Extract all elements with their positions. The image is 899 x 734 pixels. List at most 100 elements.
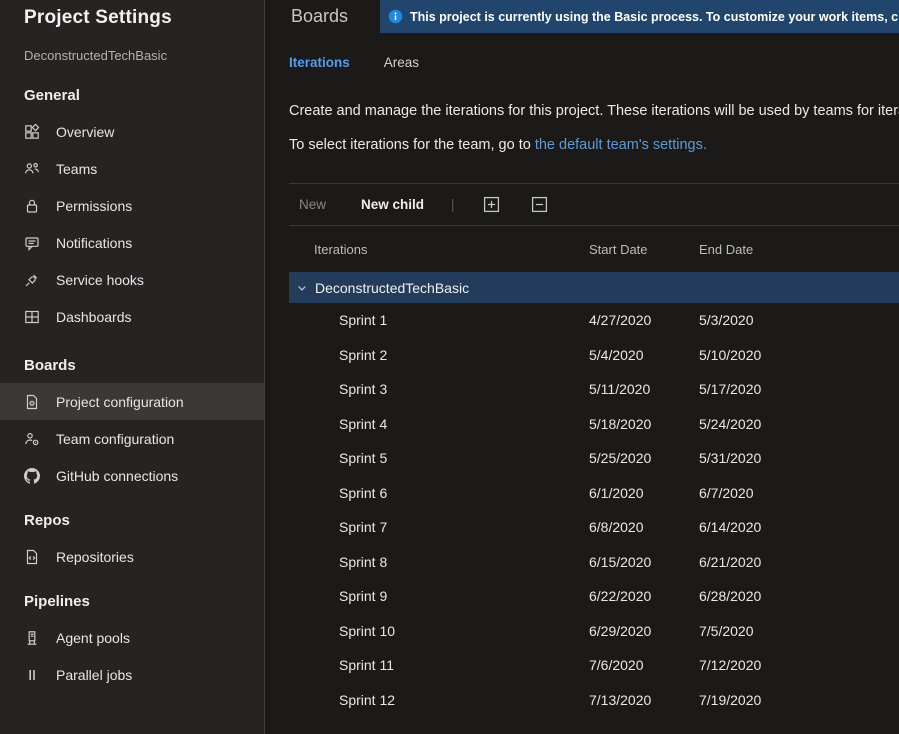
sidebar-item-label: GitHub connections	[56, 468, 178, 484]
table-row[interactable]: Sprint 10 6/29/2020 7/5/2020	[289, 614, 899, 649]
sidebar-item-notifications[interactable]: Notifications	[0, 224, 264, 261]
sidebar-item-label: Team configuration	[56, 431, 174, 447]
section-heading-boards: Boards	[0, 357, 264, 374]
sidebar-item-label: Agent pools	[56, 630, 130, 646]
sidebar-item-github-connections[interactable]: GitHub connections	[0, 457, 264, 494]
new-child-button[interactable]: New child	[361, 197, 424, 212]
github-icon	[24, 468, 40, 484]
section-heading-pipelines: Pipelines	[0, 593, 264, 610]
iteration-start-date: 6/22/2020	[589, 588, 699, 604]
iteration-name: Sprint 1	[289, 312, 589, 328]
comment-icon	[24, 235, 40, 251]
table-row[interactable]: Sprint 6 6/1/2020 6/7/2020	[289, 476, 899, 511]
sidebar-item-label: Repositories	[56, 549, 134, 565]
table-row[interactable]: Sprint 7 6/8/2020 6/14/2020	[289, 510, 899, 545]
table-row[interactable]: Sprint 2 5/4/2020 5/10/2020	[289, 338, 899, 373]
sidebar-item-dashboards[interactable]: Dashboards	[0, 298, 264, 335]
table-row[interactable]: Sprint 4 5/18/2020 5/24/2020	[289, 407, 899, 442]
sidebar-item-agent-pools[interactable]: Agent pools	[0, 619, 264, 656]
sidebar-item-label: Parallel jobs	[56, 667, 132, 683]
iteration-start-date: 4/27/2020	[589, 312, 699, 328]
toolbar-divider: |	[451, 197, 455, 212]
description: Create and manage the iterations for thi…	[266, 70, 899, 162]
plug-icon	[24, 272, 40, 288]
iteration-name: Sprint 2	[289, 347, 589, 363]
table-row[interactable]: Sprint 1 4/27/2020 5/3/2020	[289, 303, 899, 338]
main-header: Boards This project is currently using t…	[266, 0, 899, 33]
default-team-settings-link[interactable]: the default team's settings.	[535, 137, 707, 153]
iteration-end-date: 5/24/2020	[699, 416, 899, 432]
table-row[interactable]: Sprint 9 6/22/2020 6/28/2020	[289, 579, 899, 614]
sidebar-item-label: Notifications	[56, 235, 132, 251]
agent-icon	[24, 630, 40, 646]
iteration-start-date: 5/4/2020	[589, 347, 699, 363]
iteration-end-date: 7/19/2020	[699, 692, 899, 708]
main-title: Boards	[266, 0, 380, 33]
table-row[interactable]: Sprint 3 5/11/2020 5/17/2020	[289, 372, 899, 407]
sidebar-item-overview[interactable]: Overview	[0, 113, 264, 150]
table-row-root[interactable]: DeconstructedTechBasic	[289, 272, 899, 303]
table-row[interactable]: Sprint 12 7/13/2020 7/19/2020	[289, 683, 899, 718]
tab-bar: Iterations Areas	[266, 33, 899, 70]
parallel-bars-icon	[24, 667, 40, 683]
person-gear-icon	[24, 431, 40, 447]
iteration-name: Sprint 9	[289, 588, 589, 604]
iteration-end-date: 5/3/2020	[699, 312, 899, 328]
sidebar-item-label: Overview	[56, 124, 114, 140]
banner-text: This project is currently using the Basi…	[410, 10, 899, 24]
iteration-end-date: 5/31/2020	[699, 450, 899, 466]
sidebar-item-service-hooks[interactable]: Service hooks	[0, 261, 264, 298]
iteration-start-date: 5/11/2020	[589, 381, 699, 397]
sidebar-item-parallel-jobs[interactable]: Parallel jobs	[0, 656, 264, 693]
iteration-end-date: 7/5/2020	[699, 623, 899, 639]
iteration-end-date: 5/10/2020	[699, 347, 899, 363]
sidebar-item-repositories[interactable]: Repositories	[0, 538, 264, 575]
sidebar-item-permissions[interactable]: Permissions	[0, 187, 264, 224]
iteration-end-date: 6/28/2020	[699, 588, 899, 604]
sidebar-item-label: Project configuration	[56, 394, 184, 410]
iteration-end-date: 6/7/2020	[699, 485, 899, 501]
process-info-banner[interactable]: This project is currently using the Basi…	[380, 0, 899, 33]
table-header: Iterations Start Date End Date	[289, 226, 899, 272]
sidebar-item-team-configuration[interactable]: Team configuration	[0, 420, 264, 457]
iteration-start-date: 6/1/2020	[589, 485, 699, 501]
sidebar-item-label: Service hooks	[56, 272, 144, 288]
table-row[interactable]: Sprint 5 5/25/2020 5/31/2020	[289, 441, 899, 476]
iterations-table: Iterations Start Date End Date Deconstru…	[289, 226, 899, 717]
settings-sidebar: Project Settings DeconstructedTechBasic …	[0, 0, 265, 734]
table-row[interactable]: Sprint 11 7/6/2020 7/12/2020	[289, 648, 899, 683]
iteration-name: Sprint 11	[289, 657, 589, 673]
collapse-all-icon[interactable]	[531, 196, 548, 213]
column-header-iterations[interactable]: Iterations	[289, 242, 589, 257]
iteration-name: Sprint 12	[289, 692, 589, 708]
lock-icon	[24, 198, 40, 214]
iteration-start-date: 6/8/2020	[589, 519, 699, 535]
new-button[interactable]: New	[299, 197, 326, 212]
iteration-start-date: 6/29/2020	[589, 623, 699, 639]
description-line-2-text: To select iterations for the team, go to	[289, 137, 535, 153]
column-header-start-date[interactable]: Start Date	[589, 242, 699, 257]
section-heading-general: General	[0, 87, 264, 104]
iteration-name: Sprint 6	[289, 485, 589, 501]
iteration-name: Sprint 3	[289, 381, 589, 397]
column-header-end-date[interactable]: End Date	[699, 242, 899, 257]
tab-iterations[interactable]: Iterations	[289, 55, 350, 70]
tab-areas[interactable]: Areas	[384, 55, 419, 70]
iteration-name: Sprint 4	[289, 416, 589, 432]
iteration-name: Sprint 7	[289, 519, 589, 535]
expand-all-icon[interactable]	[483, 196, 500, 213]
table-row[interactable]: Sprint 8 6/15/2020 6/21/2020	[289, 545, 899, 580]
project-settings-page: Project Settings DeconstructedTechBasic …	[0, 0, 899, 734]
info-icon	[388, 9, 403, 24]
iteration-end-date: 5/17/2020	[699, 381, 899, 397]
iteration-end-date: 7/12/2020	[699, 657, 899, 673]
section-heading-repos: Repos	[0, 512, 264, 529]
overview-icon	[24, 124, 40, 140]
root-iteration-name: DeconstructedTechBasic	[315, 280, 469, 296]
iteration-name: Sprint 5	[289, 450, 589, 466]
sidebar-item-teams[interactable]: Teams	[0, 150, 264, 187]
iteration-name: Sprint 10	[289, 623, 589, 639]
chevron-down-icon[interactable]	[296, 282, 308, 294]
main-content: Boards This project is currently using t…	[266, 0, 899, 734]
sidebar-item-project-configuration[interactable]: Project configuration	[0, 383, 264, 420]
